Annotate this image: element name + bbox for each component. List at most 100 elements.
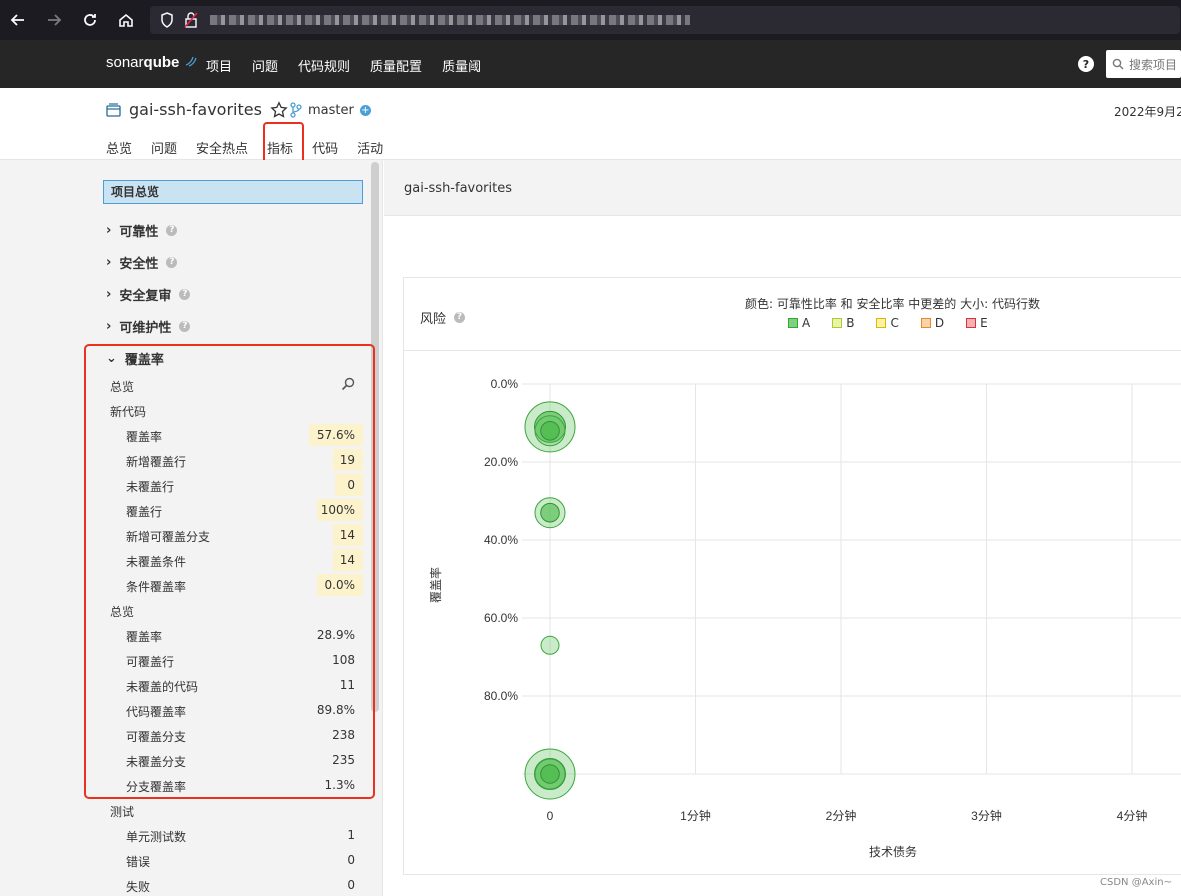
project-name[interactable]: gai-ssh-favorites xyxy=(129,100,262,119)
help-icon[interactable]: ? xyxy=(1078,56,1094,72)
tab-code[interactable]: 代码 xyxy=(312,138,338,157)
y-tick-label: 40.0% xyxy=(484,533,518,547)
branch-selector[interactable]: master + xyxy=(290,102,371,118)
bubble-point[interactable] xyxy=(534,497,566,529)
reload-button[interactable] xyxy=(72,0,108,40)
project-overview-item[interactable]: 项目总览 xyxy=(103,180,363,204)
tab-overview[interactable]: 总览 xyxy=(106,138,132,157)
metric-label[interactable]: 单元测试数 xyxy=(126,828,186,845)
domain-label: 安全复审 xyxy=(119,289,172,304)
analysis-date: 2022年9月2 xyxy=(1114,105,1181,119)
legend-item-e[interactable]: E xyxy=(966,316,988,330)
chevron-right-icon: › xyxy=(106,255,112,270)
help-circle-icon[interactable]: ? xyxy=(179,289,191,300)
legend-title: 颜色: 可靠性比率 和 安全比率 中更差的 大小: 代码行数 xyxy=(745,297,1040,311)
logo-text: sonar xyxy=(106,54,144,71)
menu-quality-gates[interactable]: 质量阈 xyxy=(442,56,481,75)
logo-waves-icon xyxy=(185,56,197,67)
metric-label[interactable]: 失败 xyxy=(126,878,150,895)
chevron-right-icon: › xyxy=(106,319,112,334)
legend-item-b[interactable]: B xyxy=(832,316,854,330)
main-menu: 项目 问题 代码规则 质量配置 质量阈 xyxy=(206,56,481,75)
search-placeholder: 搜索项目 xyxy=(1129,57,1178,72)
bubble-point[interactable] xyxy=(540,635,560,655)
sonarqube-logo[interactable]: sonarqube xyxy=(106,54,198,71)
metric-label[interactable]: 错误 xyxy=(126,853,150,870)
domain-security[interactable]: › 安全性 ? xyxy=(106,253,178,272)
legend-swatch xyxy=(876,318,887,328)
tab-issues[interactable]: 问题 xyxy=(151,138,177,157)
legend-label: B xyxy=(846,316,855,330)
forward-button[interactable] xyxy=(36,0,72,40)
tab-security-hotspots[interactable]: 安全热点 xyxy=(196,138,248,157)
domain-security-review[interactable]: › 安全复审 ? xyxy=(106,285,191,304)
home-icon xyxy=(119,13,133,27)
x-axis-label: 技术债务 xyxy=(869,844,917,859)
legend-swatch xyxy=(966,318,977,328)
chevron-right-icon: › xyxy=(106,287,112,302)
breadcrumb-project[interactable]: gai-ssh-favorites xyxy=(404,181,512,196)
watermark: CSDN @Axin~ xyxy=(1100,877,1172,888)
metric-value[interactable]: 1 xyxy=(347,828,355,842)
risk-label: 风险 xyxy=(420,312,447,327)
lock-icon xyxy=(184,12,198,28)
back-arrow-icon xyxy=(10,14,24,26)
metric-value[interactable]: 0 xyxy=(347,878,355,892)
x-tick-label: 3分钟 xyxy=(971,808,1002,823)
chevron-right-icon: › xyxy=(106,223,112,238)
menu-issues[interactable]: 问题 xyxy=(252,56,278,75)
domain-label: 可靠性 xyxy=(119,225,159,240)
favorite-star-icon[interactable] xyxy=(270,100,288,119)
branch-name: master xyxy=(308,102,354,118)
legend-label: D xyxy=(934,316,945,330)
legend-label: C xyxy=(890,316,899,330)
y-tick-label: 80.0% xyxy=(484,689,518,703)
tests-group-label: 测试 xyxy=(110,805,135,819)
url-text-blurred xyxy=(210,15,690,25)
metric-value[interactable]: 0 xyxy=(347,853,355,867)
back-button[interactable] xyxy=(0,0,36,40)
shield-icon xyxy=(161,12,173,28)
x-tick-label: 0 xyxy=(547,809,554,823)
highlight-box-coverage xyxy=(84,344,375,799)
domain-reliability[interactable]: › 可靠性 ? xyxy=(106,221,178,240)
tab-activity[interactable]: 活动 xyxy=(357,138,383,157)
url-bar[interactable] xyxy=(150,6,1180,34)
legend-swatch xyxy=(920,318,931,328)
help-circle-icon[interactable]: ? xyxy=(166,225,178,236)
project-icon xyxy=(106,102,121,117)
menu-quality-profiles[interactable]: 质量配置 xyxy=(370,56,422,75)
domain-maintainability[interactable]: › 可维护性 ? xyxy=(106,317,191,336)
y-axis-label: 覆盖率 xyxy=(428,567,443,603)
help-circle-icon[interactable]: ? xyxy=(166,257,178,268)
branch-icon xyxy=(290,102,302,118)
legend-label: E xyxy=(980,316,988,330)
menu-rules[interactable]: 代码规则 xyxy=(298,56,350,75)
reload-icon xyxy=(84,14,96,26)
legend-item-d[interactable]: D xyxy=(920,316,945,330)
bubble-point[interactable] xyxy=(534,758,566,790)
forward-arrow-icon xyxy=(48,14,62,26)
help-circle-icon[interactable]: ? xyxy=(454,312,466,323)
x-tick-label: 1分钟 xyxy=(680,808,711,823)
help-circle-icon[interactable]: ? xyxy=(179,321,191,332)
add-branch-icon[interactable]: + xyxy=(359,104,371,116)
legend-item-c[interactable]: C xyxy=(876,316,899,330)
search-icon xyxy=(1112,58,1124,70)
bubble-chart-header xyxy=(403,277,1181,351)
logo-text-bold: qube xyxy=(143,54,180,71)
y-tick-label: 60.0% xyxy=(484,611,518,625)
legend-swatch xyxy=(788,318,798,328)
project-title-row: gai-ssh-favorites xyxy=(106,100,288,119)
bubble-point[interactable] xyxy=(534,415,566,447)
y-tick-label: 0.0% xyxy=(491,377,519,391)
x-tick-label: 2分钟 xyxy=(826,808,857,823)
y-tick-label: 20.0% xyxy=(484,455,518,469)
menu-projects[interactable]: 项目 xyxy=(206,56,232,75)
global-search-input[interactable]: 搜索项目 xyxy=(1106,50,1181,78)
legend-label: A xyxy=(802,316,811,330)
project-tabs: 总览 问题 安全热点 指标 代码 活动 xyxy=(106,138,383,163)
legend-item-a[interactable]: A xyxy=(788,316,810,330)
home-button[interactable] xyxy=(108,0,144,40)
rating-legend: A B C D E xyxy=(788,316,988,330)
